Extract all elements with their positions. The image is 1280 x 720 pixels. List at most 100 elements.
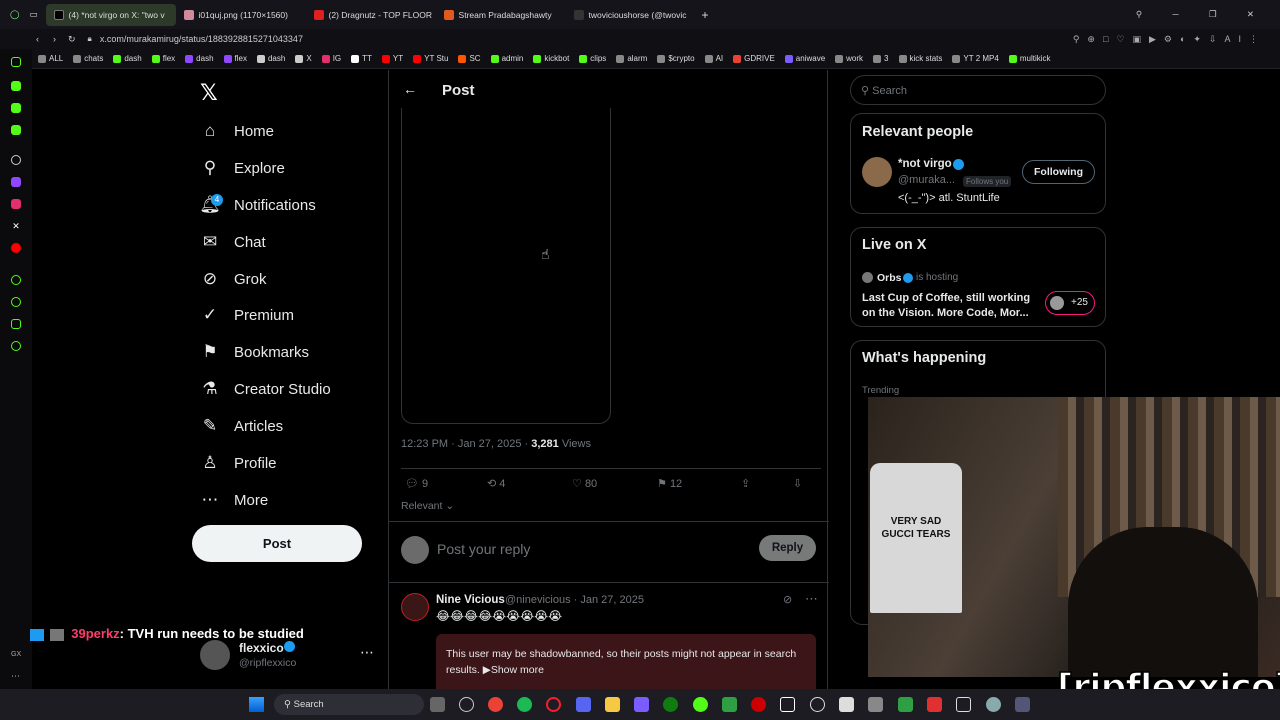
bookmark-item[interactable]: dash xyxy=(256,54,285,63)
bookmark-item[interactable]: AI xyxy=(704,54,723,63)
app-icon[interactable] xyxy=(459,697,474,712)
more-icon[interactable]: ⋯ xyxy=(805,591,818,607)
nav-item-grok[interactable]: ⊘ Grok xyxy=(200,269,267,289)
forward-icon[interactable]: › xyxy=(53,34,56,44)
start-icon[interactable] xyxy=(249,697,264,712)
bookmark-item[interactable]: admin xyxy=(490,54,523,63)
nav-item-articles[interactable]: ✎ Articles xyxy=(200,416,283,436)
bookmark-item[interactable]: flex xyxy=(151,54,175,63)
account-switcher[interactable]: flexxico @ripflexxico ⋯ xyxy=(200,640,380,672)
app-icon[interactable] xyxy=(927,697,942,712)
sort-dropdown[interactable]: Relevant ⌄ xyxy=(401,500,454,512)
tab-1[interactable]: i01quj.png (1170×1560) xyxy=(176,4,306,26)
bookmark-item[interactable]: YT 2 MP4 xyxy=(952,54,999,63)
tab-overview-icon[interactable]: ▭ xyxy=(30,9,38,20)
more-icon[interactable]: ⋯ xyxy=(11,671,21,681)
bookmark-action[interactable]: ⚑ 12 xyxy=(657,477,682,490)
discord-icon[interactable] xyxy=(576,697,591,712)
bookmark-item[interactable]: clips xyxy=(579,54,606,63)
browser-logo-icon[interactable]: ◯ xyxy=(10,9,20,20)
app-icon[interactable] xyxy=(751,697,766,712)
extensions-icons[interactable]: ⚲⊕□♡▣▶⚙◐✦⇩AI⋮ xyxy=(1073,34,1266,45)
reply-button[interactable]: Reply xyxy=(759,535,816,561)
bookmark-item[interactable]: X xyxy=(295,54,312,63)
grok-icon[interactable]: ⊘ xyxy=(783,593,792,606)
clock-icon[interactable] xyxy=(11,297,21,307)
bookmark-item[interactable]: kickbot xyxy=(533,54,569,63)
tab-0[interactable]: (4) *not virgo on X: "two v xyxy=(45,3,176,26)
nav-item-explore[interactable]: ⚲ Explore xyxy=(200,158,285,178)
opera-icon[interactable] xyxy=(546,697,561,712)
reload-icon[interactable]: ↻ xyxy=(68,34,76,45)
gx-icon[interactable]: GX xyxy=(11,651,21,661)
bookmark-item[interactable]: chats xyxy=(73,54,103,63)
app-icon[interactable] xyxy=(722,697,737,712)
back-arrow-icon[interactable]: ← xyxy=(403,81,417,97)
back-icon[interactable]: ‹ xyxy=(36,34,39,44)
bookmark-item[interactable]: IG xyxy=(321,54,341,63)
window-controls[interactable]: ⚲ ─ ❐ ✕ xyxy=(1136,9,1268,20)
app-icon[interactable] xyxy=(634,697,649,712)
settings-icon[interactable] xyxy=(11,341,21,351)
app-icon[interactable] xyxy=(956,697,971,712)
nav-item-profile[interactable]: ♙ Profile xyxy=(200,453,276,473)
sidebar-app-icon[interactable] xyxy=(11,81,21,91)
post-media[interactable] xyxy=(401,108,611,424)
nav-item-home[interactable]: ⌂ Home xyxy=(200,121,274,141)
bookmark-item[interactable]: $crypto xyxy=(657,54,695,63)
bookmark-item[interactable]: TT xyxy=(351,54,372,63)
app-icon[interactable] xyxy=(868,697,883,712)
bookmark-item[interactable]: work xyxy=(835,54,863,63)
calculator-icon[interactable] xyxy=(1015,697,1030,712)
bookmark-item[interactable]: kick stats xyxy=(898,54,942,63)
reply-action[interactable]: 💬︎ 9 xyxy=(405,477,428,490)
app-icon[interactable] xyxy=(839,697,854,712)
taskbar-search[interactable]: ⚲ Search xyxy=(274,694,424,715)
live-title[interactable]: Last Cup of Coffee, still working on the… xyxy=(862,291,1037,320)
post-button[interactable]: Post xyxy=(192,525,362,562)
bookmark-item[interactable]: YT xyxy=(381,54,403,63)
listener-count[interactable]: +25 xyxy=(1045,291,1095,315)
tab-2[interactable]: (2) Dragnutz - TOP FLOOR xyxy=(306,4,436,26)
app-icon[interactable] xyxy=(693,697,708,712)
nav-item-creator-studio[interactable]: ⚗ Creator Studio xyxy=(200,379,330,399)
bookmark-item[interactable]: YT Stu xyxy=(413,54,448,63)
share-icon[interactable]: ⇪ xyxy=(741,477,750,490)
repost-action[interactable]: ⟲ 4 xyxy=(487,477,505,490)
new-tab-icon[interactable]: + xyxy=(702,8,709,22)
tab-4[interactable]: twovicioushorse (@twovic xyxy=(566,4,696,26)
bookmark-item[interactable]: SC xyxy=(458,54,481,63)
youtube-icon[interactable] xyxy=(11,243,21,253)
sidebar-app-icon[interactable] xyxy=(11,103,21,113)
nav-item-more[interactable]: ⋯ More xyxy=(200,490,269,510)
bookmark-item[interactable]: ALL xyxy=(38,54,63,63)
url-field[interactable]: x.com/murakamirug/status/188392881527104… xyxy=(100,34,303,44)
bookmark-item[interactable]: dash xyxy=(113,54,142,63)
tab-3[interactable]: Stream Pradabagshawty xyxy=(436,4,566,26)
more-icon[interactable]: ⋯ xyxy=(360,644,374,661)
download-icon[interactable]: ⇩ xyxy=(793,477,802,490)
nav-item-premium[interactable]: ✓ Premium xyxy=(200,305,294,325)
chrome-icon[interactable] xyxy=(488,697,503,712)
reply-item[interactable]: Nine Vicious @ninevicious · Jan 27, 2025… xyxy=(389,584,829,694)
twitch-icon[interactable] xyxy=(11,177,21,187)
avatar[interactable] xyxy=(862,157,892,187)
sidebar-app-icon[interactable] xyxy=(11,275,21,285)
nav-item-chat[interactable]: ✉ Chat xyxy=(200,232,266,252)
bookmark-item[interactable]: 3 xyxy=(873,54,889,63)
bookmark-item[interactable]: flex xyxy=(223,54,247,63)
following-button[interactable]: Following xyxy=(1022,160,1095,184)
spotify-icon[interactable] xyxy=(517,697,532,712)
host-name[interactable]: Orbs xyxy=(877,272,902,284)
search-field[interactable]: ⚲ Search xyxy=(850,75,1106,105)
chatgpt-icon[interactable] xyxy=(810,697,825,712)
sidebar-app-icon[interactable] xyxy=(11,125,21,135)
xbox-icon[interactable] xyxy=(663,697,678,712)
person-name[interactable]: *not virgo xyxy=(898,158,952,170)
x-icon[interactable]: ✕ xyxy=(11,221,21,231)
sidebar-app-icon[interactable] xyxy=(11,319,21,329)
like-action[interactable]: ♡ 80 xyxy=(572,477,597,490)
bookmark-item[interactable]: dash xyxy=(185,54,214,63)
nav-item-bookmarks[interactable]: ⚑ Bookmarks xyxy=(200,342,309,362)
folder-icon[interactable] xyxy=(605,697,620,712)
